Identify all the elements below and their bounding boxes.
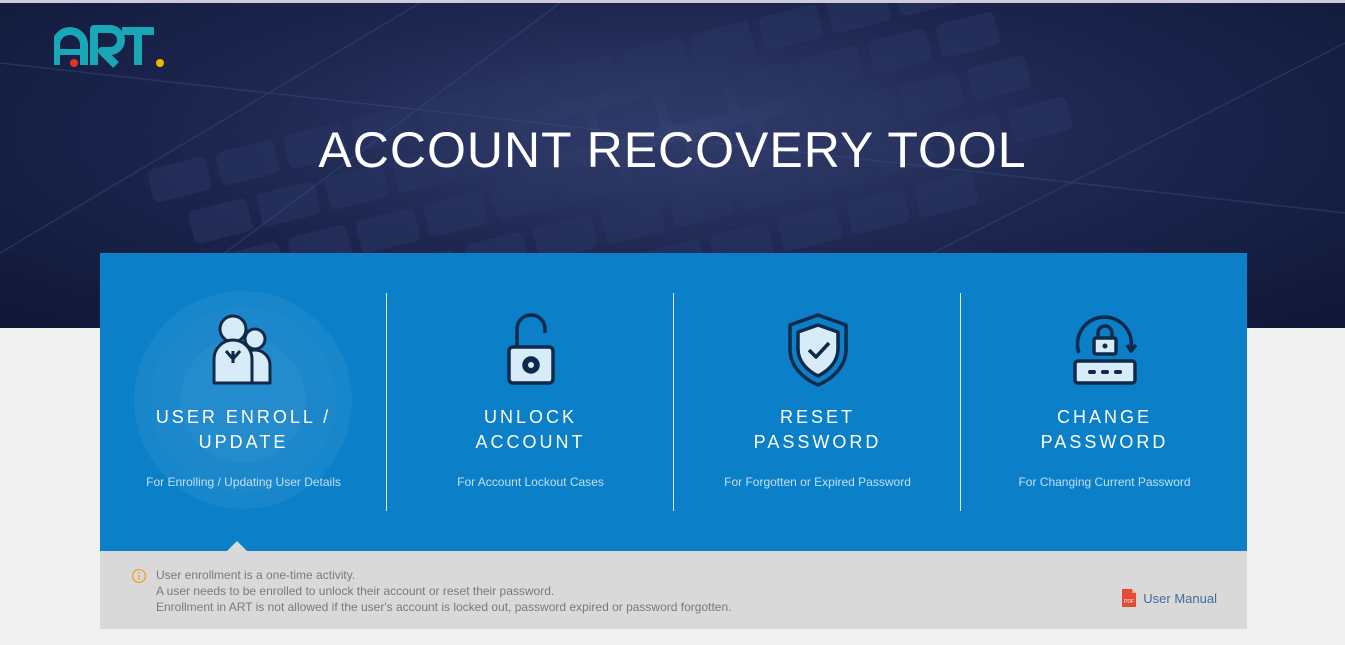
shield-check-icon [788,313,848,387]
card-title-line1: RESET [779,407,855,427]
info-icon [131,568,147,584]
selection-pointer [227,541,247,551]
unlock-padlock-icon [507,313,555,385]
card-title-line1: CHANGE [1056,407,1152,427]
password-change-icon [1073,315,1138,385]
page-title: ACCOUNT RECOVERY TOOL [318,122,1027,178]
card-change-password[interactable]: CHANGE PASSWORD For Changing Current Pas… [961,253,1248,551]
card-unlock-account[interactable]: UNLOCK ACCOUNT For Account Lockout Cases [387,253,674,551]
card-title-line1: UNLOCK [483,407,577,427]
card-title: UNLOCK ACCOUNT [397,405,664,455]
card-user-enroll[interactable]: USER ENROLL / UPDATE For Enrolling / Upd… [100,253,387,551]
card-title-line2: ACCOUNT [475,432,586,452]
card-title: USER ENROLL / UPDATE [110,405,377,455]
options-panel: USER ENROLL / UPDATE For Enrolling / Upd… [100,253,1247,551]
info-line: User enrollment is a one-time activity. [156,568,356,582]
card-subtitle: For Changing Current Password [1018,475,1191,489]
card-title-line1: USER ENROLL / [155,407,332,427]
card-title: CHANGE PASSWORD [971,405,1238,455]
pdf-badge: PDF [1124,599,1134,605]
info-text: User enrollment is a one-time activity. … [156,567,731,615]
card-reset-password[interactable]: RESET PASSWORD For Forgotten or Expired … [674,253,961,551]
info-line: Enrollment in ART is not allowed if the … [156,600,732,614]
card-title-line2: UPDATE [198,432,289,452]
user-manual-label[interactable]: User Manual [1143,591,1217,606]
card-subtitle: For Enrolling / Updating User Details [146,475,341,489]
users-icon [212,314,272,385]
art-logo [54,25,164,68]
card-subtitle: For Forgotten or Expired Password [724,475,911,489]
card-subtitle: For Account Lockout Cases [457,475,604,489]
card-title-line2: PASSWORD [753,432,882,452]
pdf-icon: PDF [1122,589,1137,607]
info-line: A user needs to be enrolled to unlock th… [156,584,555,598]
card-title-line2: PASSWORD [1040,432,1169,452]
info-bar: User enrollment is a one-time activity. … [100,551,1247,629]
user-manual-link[interactable]: PDF User Manual [1121,588,1217,608]
card-title: RESET PASSWORD [684,405,951,455]
